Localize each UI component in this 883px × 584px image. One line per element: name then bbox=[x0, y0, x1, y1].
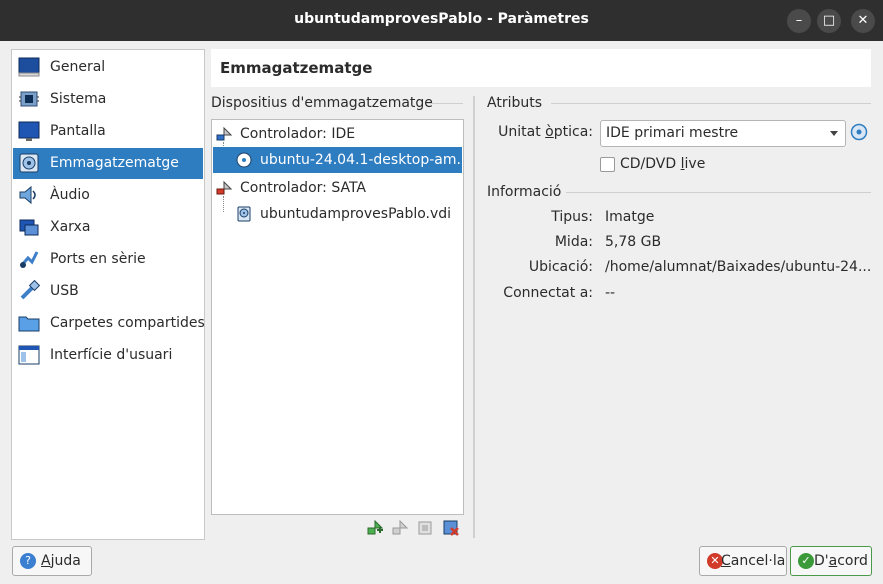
info-type-value: Imatge bbox=[605, 209, 655, 225]
optical-disc-icon bbox=[236, 152, 252, 168]
monitor-icon bbox=[18, 121, 40, 141]
help-button-label: Ajuda bbox=[41, 553, 81, 569]
sidebar-item-network[interactable]: Xarxa bbox=[13, 212, 203, 243]
remove-attachment-icon[interactable] bbox=[443, 520, 459, 536]
help-icon: ? bbox=[20, 553, 36, 569]
optical-drive-label: Unitat òptica: bbox=[498, 124, 593, 140]
info-type-label: Tipus: bbox=[551, 209, 593, 225]
optical-drive-value: IDE primari mestre bbox=[606, 125, 739, 141]
section-divider bbox=[566, 192, 871, 193]
chip-icon bbox=[19, 91, 39, 107]
live-cd-label: CD/DVD live bbox=[620, 156, 706, 172]
live-cd-checkbox[interactable] bbox=[600, 157, 615, 172]
hard-disk-icon bbox=[237, 206, 251, 222]
info-location-label: Ubicació: bbox=[528, 259, 593, 275]
sidebar-item-label: Ports en sèrie bbox=[50, 251, 146, 267]
info-size-value: 5,78 GB bbox=[605, 234, 662, 250]
add-controller-icon[interactable] bbox=[367, 520, 383, 536]
info-location-value: /home/alumnat/Baixades/ubuntu-24.... bbox=[605, 259, 871, 275]
sidebar-item-general[interactable]: General bbox=[13, 52, 203, 83]
page-header: Emmagatzematge bbox=[211, 49, 871, 87]
speaker-icon bbox=[19, 185, 36, 205]
settings-sidebar: General Sistema Pantalla Emmagatzematge … bbox=[11, 49, 205, 540]
window-title: ubuntudamprovesPablo - Paràmetres bbox=[294, 11, 589, 27]
ui-icon bbox=[18, 345, 40, 365]
folder-icon bbox=[18, 316, 40, 332]
close-button[interactable]: ✕ bbox=[851, 9, 875, 33]
cancel-button[interactable]: ✕ Cancel·la bbox=[699, 546, 787, 576]
add-attachment-icon[interactable] bbox=[417, 520, 433, 536]
storage-devices-title: Dispositius d'emmagatzematge bbox=[211, 95, 433, 111]
sidebar-item-label: Xarxa bbox=[50, 219, 91, 235]
sidebar-item-label: General bbox=[50, 59, 106, 75]
sidebar-item-serial-ports[interactable]: Ports en sèrie bbox=[13, 244, 203, 275]
sidebar-item-label: Carpetes compartides bbox=[50, 315, 205, 331]
tree-item-label: ubuntudamprovesPablo.vdi bbox=[260, 206, 452, 222]
page-title: Emmagatzematge bbox=[220, 59, 373, 77]
information-title: Informació bbox=[487, 184, 562, 200]
section-divider bbox=[551, 103, 871, 104]
tree-item-label: ubuntu-24.04.1-desktop-am... bbox=[260, 152, 462, 168]
sidebar-item-label: Àudio bbox=[50, 187, 90, 203]
chevron-down-icon bbox=[830, 131, 838, 136]
sidebar-item-label: USB bbox=[50, 283, 79, 299]
sidebar-item-audio[interactable]: Àudio bbox=[13, 180, 203, 211]
general-icon bbox=[18, 57, 40, 77]
sidebar-item-user-interface[interactable]: Interfície d'usuari bbox=[13, 340, 203, 371]
disk-icon bbox=[19, 153, 39, 173]
pane-splitter[interactable] bbox=[473, 96, 475, 538]
network-icon bbox=[19, 219, 39, 236]
minimize-button[interactable]: – bbox=[787, 9, 811, 33]
sidebar-item-storage[interactable]: Emmagatzematge bbox=[13, 148, 203, 179]
sidebar-item-usb[interactable]: USB bbox=[13, 276, 203, 307]
tree-item-label: Controlador: SATA bbox=[240, 180, 366, 196]
sidebar-item-label: Interfície d'usuari bbox=[50, 347, 173, 363]
title-bar[interactable]: ubuntudamprovesPablo - Paràmetres – □ ✕ bbox=[0, 0, 883, 41]
attributes-title: Atributs bbox=[487, 95, 543, 111]
serial-port-icon bbox=[19, 251, 39, 268]
section-divider bbox=[427, 103, 463, 104]
sidebar-item-system[interactable]: Sistema bbox=[13, 84, 203, 115]
usb-icon bbox=[20, 280, 40, 300]
sidebar-item-label: Pantalla bbox=[50, 123, 106, 139]
ok-button[interactable]: ✓ D'acord bbox=[790, 546, 872, 576]
info-attached-value: -- bbox=[605, 285, 616, 301]
cancel-button-label: Cancel·la bbox=[721, 553, 786, 569]
info-size-label: Mida: bbox=[554, 234, 593, 250]
help-button[interactable]: ? Ajuda bbox=[12, 546, 92, 576]
ok-button-label: D'acord bbox=[814, 553, 868, 569]
controller-icon bbox=[216, 126, 232, 141]
tree-item-optical-disc[interactable]: ubuntu-24.04.1-desktop-am... bbox=[213, 147, 462, 173]
sidebar-item-shared-folders[interactable]: Carpetes compartides bbox=[13, 308, 205, 339]
ok-icon: ✓ bbox=[798, 553, 814, 569]
tree-item-label: Controlador: IDE bbox=[240, 126, 356, 142]
settings-window: ubuntudamprovesPablo - Paràmetres – □ ✕ … bbox=[0, 0, 883, 584]
sidebar-item-label: Emmagatzematge bbox=[50, 155, 179, 171]
remove-controller-icon[interactable] bbox=[392, 520, 408, 536]
sidebar-item-label: Sistema bbox=[50, 91, 107, 107]
choose-disc-icon[interactable] bbox=[850, 123, 868, 141]
tree-item-sata-controller[interactable]: Controlador: SATA bbox=[213, 175, 462, 201]
storage-tree[interactable]: Controlador: IDE ubuntu-24.04.1-desktop-… bbox=[211, 119, 464, 515]
controller-icon bbox=[216, 180, 232, 195]
optical-drive-select[interactable]: IDE primari mestre bbox=[600, 120, 846, 147]
tree-item-hard-disk[interactable]: ubuntudamprovesPablo.vdi bbox=[213, 201, 462, 227]
tree-item-ide-controller[interactable]: Controlador: IDE bbox=[213, 121, 462, 147]
sidebar-item-display[interactable]: Pantalla bbox=[13, 116, 203, 147]
maximize-button[interactable]: □ bbox=[817, 9, 841, 33]
info-attached-label: Connectat a: bbox=[503, 285, 593, 301]
